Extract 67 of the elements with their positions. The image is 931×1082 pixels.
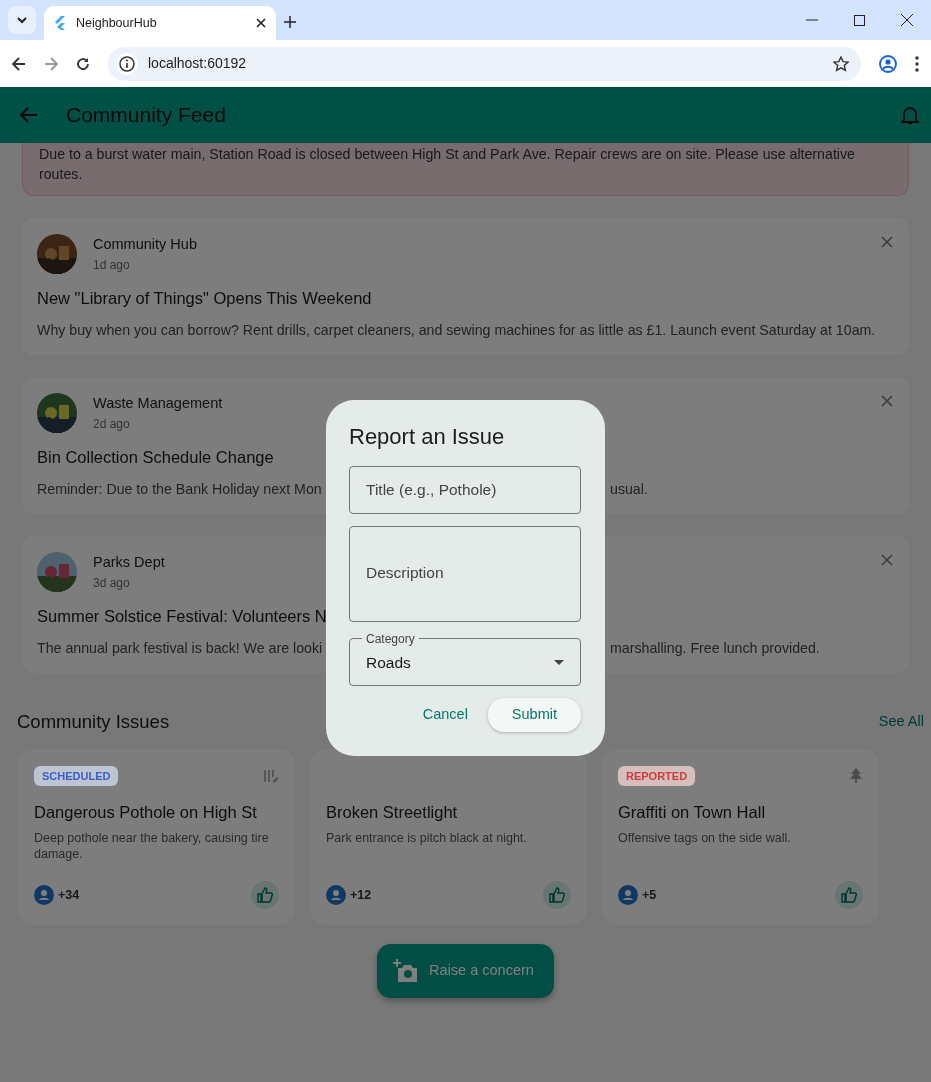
vote-count: +34 [58,886,80,904]
forward-icon[interactable] [44,56,58,71]
new-tab-icon[interactable] [284,16,296,28]
issue-title: Dangerous Pothole on High St [34,802,258,824]
post-text: Reminder: Due to the Bank Holiday next Mon [37,480,322,497]
back-arrow-icon[interactable] [20,107,38,123]
dialog-title: Report an Issue [349,424,506,451]
status-badge: REPORTED [618,766,696,787]
thumbs-up-icon [549,887,565,904]
post-title: Bin Collection Schedule Change [37,447,275,469]
tree-icon[interactable] [849,768,863,785]
browser-tab[interactable]: NeighbourHub [44,6,276,40]
thumbs-up-icon [257,887,273,904]
add-camera-icon [393,959,420,984]
author-name: Community Hub [93,235,197,255]
upvote-button[interactable] [543,881,571,910]
vote-count: +12 [350,886,372,904]
flutter-logo-icon [54,16,66,30]
author-name: Waste Management [93,394,223,414]
address-bar[interactable]: localhost:60192 [108,46,861,81]
user-avatar-icon [326,885,346,906]
vote-count: +5 [642,886,657,904]
upvote-button[interactable] [251,881,279,910]
post-time: 3d ago [93,574,131,592]
submit-button[interactable]: Submit [487,698,581,733]
section-title: Community Issues [17,711,170,734]
upvote-button[interactable] [835,881,863,910]
more-icon[interactable] [915,55,919,72]
back-icon[interactable] [12,56,26,71]
profile-icon[interactable] [879,54,897,73]
bell-icon[interactable] [901,105,919,125]
post-text: marshalling. Free lunch provided. [610,639,820,656]
tools-icon[interactable] [263,769,279,784]
close-icon[interactable] [256,18,266,28]
tab-title: NeighbourHub [76,14,158,32]
issue-description: Deep pothole near the bakery, causing tire damage. [34,830,270,863]
issue-description: Park entrance is pitch black at night. [326,830,528,847]
post-title: New "Library of Things" Opens This Weekend [37,288,373,309]
post-text: usual. [610,480,648,497]
cancel-button[interactable]: Cancel [416,698,474,733]
description-field[interactable]: Description [349,526,581,623]
post-text: Why buy when you can borrow? Rent drills, carpet cleaners, and sewing machines for as little as £1. Launch event Saturday at 10am. [37,321,876,338]
thumbs-up-icon [841,887,857,904]
info-icon [116,52,138,75]
issue-title: Graffiti on Town Hall [618,802,767,824]
tab-menu-button[interactable] [8,6,36,34]
author-name: Parks Dept [93,553,165,573]
dropdown-arrow-icon [554,659,564,665]
url-text: localhost:60192 [148,54,248,73]
user-avatar-icon [618,885,638,906]
maximize-icon[interactable] [854,14,865,26]
user-avatar-icon [34,885,54,906]
reload-icon[interactable] [76,56,90,71]
alert-text: Due to a burst water main, Station Road is closed between High St and Park Ave. Repair crews are on site. Please use alternative routes. [39,146,855,182]
page-title: Community Feed [66,102,226,128]
chevron-down-icon [16,14,28,26]
post-title: Summer Solstice Festival: Volunteers N [37,606,328,628]
issue-title: Broken Streetlight [326,802,459,824]
post-time: 1d ago [93,256,131,274]
star-icon[interactable] [833,55,849,72]
close-window-icon[interactable] [901,14,913,26]
post-time: 2d ago [93,415,131,433]
title-field[interactable]: Title (e.g., Pothole) [349,466,581,515]
issue-description: Offensive tags on the side wall. [618,830,792,847]
status-badge: SCHEDULED [34,766,119,787]
post-text: The annual park festival is back! We are looki [37,639,323,656]
see-all-link[interactable]: See All [878,711,924,734]
